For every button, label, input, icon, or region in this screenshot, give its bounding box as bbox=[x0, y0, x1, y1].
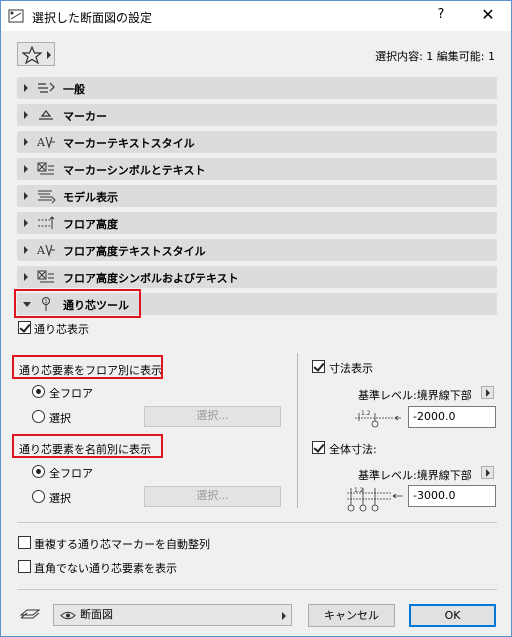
by-name-title: 通り芯要素を名前別に表示 bbox=[19, 443, 151, 456]
by-floor-title: 通り芯要素をフロア別に表示 bbox=[19, 364, 162, 377]
layer-icon bbox=[19, 609, 41, 619]
cancel-button[interactable]: キャンセル bbox=[308, 604, 395, 627]
panel-label: フロア高度 bbox=[63, 218, 118, 231]
by-floor-all-radio[interactable] bbox=[32, 385, 45, 398]
panel-grid-tool[interactable]: 1 通り芯ツール bbox=[17, 293, 497, 315]
marker-icon bbox=[39, 110, 53, 120]
symbol-text-icon bbox=[37, 270, 54, 283]
panel-label: マーカーテキストスタイル bbox=[63, 137, 195, 150]
overall-base-level-label: 基準レベル:境界線下部 bbox=[358, 469, 472, 482]
panel-model-display[interactable]: モデル表示 bbox=[17, 185, 497, 207]
by-name-all-radio[interactable] bbox=[32, 465, 45, 478]
help-button[interactable]: ? bbox=[431, 7, 451, 22]
dialog-window: 選択した断面図の設定 ? ✕ 選択内容: 1 編集可能: 1 一般 マーカー A… bbox=[0, 0, 512, 637]
expand-icon bbox=[24, 138, 28, 146]
expand-icon bbox=[24, 273, 28, 281]
by-floor-select-button[interactable]: 選択... bbox=[144, 406, 281, 427]
panel-general[interactable]: 一般 bbox=[17, 77, 497, 99]
non-ortho-label: 直角でない通り芯要素を表示 bbox=[34, 562, 177, 575]
panel-label: 一般 bbox=[63, 83, 85, 96]
non-ortho-checkbox[interactable] bbox=[18, 560, 31, 573]
auto-arrange-checkbox[interactable] bbox=[18, 536, 31, 549]
by-floor-select-radio[interactable] bbox=[32, 410, 45, 423]
expand-icon bbox=[24, 192, 28, 200]
overall-dim-preview-icon: 1.2 bbox=[347, 487, 403, 512]
show-grid-label: 通り芯表示 bbox=[34, 323, 89, 336]
overall-base-level-arrow-button[interactable] bbox=[481, 466, 494, 479]
section-divider bbox=[17, 522, 497, 523]
svg-text:A: A bbox=[36, 136, 46, 149]
panel-marker-symbol-text[interactable]: マーカーシンボルとテキスト bbox=[17, 158, 497, 180]
floor-level-icon bbox=[38, 216, 55, 229]
star-icon bbox=[22, 46, 42, 64]
symbol-text-icon bbox=[37, 162, 54, 175]
overall-value-input[interactable]: -3000.0 bbox=[408, 485, 496, 507]
favorites-button[interactable] bbox=[17, 42, 55, 66]
by-floor-all-label: 全フロア bbox=[49, 387, 93, 400]
base-level-label: 基準レベル:境界線下部 bbox=[358, 389, 472, 402]
general-icon bbox=[38, 82, 55, 93]
auto-arrange-label: 重複する通り芯マーカーを自動整列 bbox=[34, 538, 210, 551]
expand-icon bbox=[24, 165, 28, 173]
svg-text:1.2: 1.2 bbox=[361, 410, 371, 417]
text-style-icon: A bbox=[36, 244, 55, 257]
view-selector[interactable]: 断面図 bbox=[53, 604, 292, 626]
dimension-preview-icon: 1.2 bbox=[355, 410, 401, 428]
text-style-icon: A bbox=[36, 136, 55, 149]
panel-label: フロア高度テキストスタイル bbox=[63, 245, 206, 258]
by-floor-select-label: 選択 bbox=[49, 412, 71, 425]
overall-dim-label: 全体寸法: bbox=[329, 443, 377, 456]
panel-label: マーカーシンボルとテキスト bbox=[63, 164, 206, 177]
dimension-value-input[interactable]: -2000.0 bbox=[408, 406, 496, 428]
panel-label: フロア高度シンボルおよびテキスト bbox=[63, 272, 239, 285]
panel-label: モデル表示 bbox=[63, 191, 118, 204]
selection-info: 選択内容: 1 編集可能: 1 bbox=[375, 50, 495, 63]
expand-icon bbox=[24, 84, 28, 92]
panel-marker-text-style[interactable]: A マーカーテキストスタイル bbox=[17, 131, 497, 153]
by-name-select-button[interactable]: 選択... bbox=[144, 486, 281, 507]
panel-label: 通り芯ツール bbox=[63, 299, 129, 312]
base-level-arrow-button[interactable] bbox=[481, 386, 494, 399]
by-name-all-label: 全フロア bbox=[49, 467, 93, 480]
eye-icon bbox=[60, 611, 76, 620]
panel-marker[interactable]: マーカー bbox=[17, 104, 497, 126]
by-name-select-radio[interactable] bbox=[32, 490, 45, 503]
panel-label: マーカー bbox=[63, 110, 107, 123]
footer-divider bbox=[17, 589, 497, 590]
model-display-icon bbox=[38, 190, 56, 204]
overall-dim-checkbox[interactable] bbox=[312, 441, 325, 454]
svg-text:1: 1 bbox=[44, 299, 47, 305]
by-name-select-label: 選択 bbox=[49, 492, 71, 505]
panel-floor-level-symbol-text[interactable]: フロア高度シンボルおよびテキスト bbox=[17, 266, 497, 288]
title-bar: 選択した断面図の設定 ? ✕ bbox=[1, 1, 511, 31]
window-title: 選択した断面図の設定 bbox=[32, 11, 153, 25]
chevron-right-icon bbox=[282, 612, 286, 620]
show-grid-checkbox[interactable] bbox=[18, 321, 31, 334]
svg-text:A: A bbox=[36, 244, 46, 257]
collapse-icon bbox=[23, 302, 31, 307]
svg-text:1.2: 1.2 bbox=[354, 487, 364, 494]
vertical-divider bbox=[297, 353, 298, 508]
expand-icon bbox=[24, 111, 28, 119]
expand-icon bbox=[24, 219, 28, 227]
dimension-label: 寸法表示 bbox=[329, 362, 373, 375]
expand-icon bbox=[24, 246, 28, 254]
view-label: 断面図 bbox=[80, 608, 113, 621]
chevron-right-icon bbox=[47, 51, 51, 59]
grid-tool-icon: 1 bbox=[42, 297, 50, 311]
ok-button[interactable]: OK bbox=[409, 604, 496, 627]
dimension-checkbox[interactable] bbox=[312, 360, 325, 373]
close-button[interactable]: ✕ bbox=[475, 5, 501, 24]
panel-floor-level[interactable]: フロア高度 bbox=[17, 212, 497, 234]
section-settings-icon bbox=[8, 9, 24, 23]
panel-floor-level-text-style[interactable]: A フロア高度テキストスタイル bbox=[17, 239, 497, 261]
